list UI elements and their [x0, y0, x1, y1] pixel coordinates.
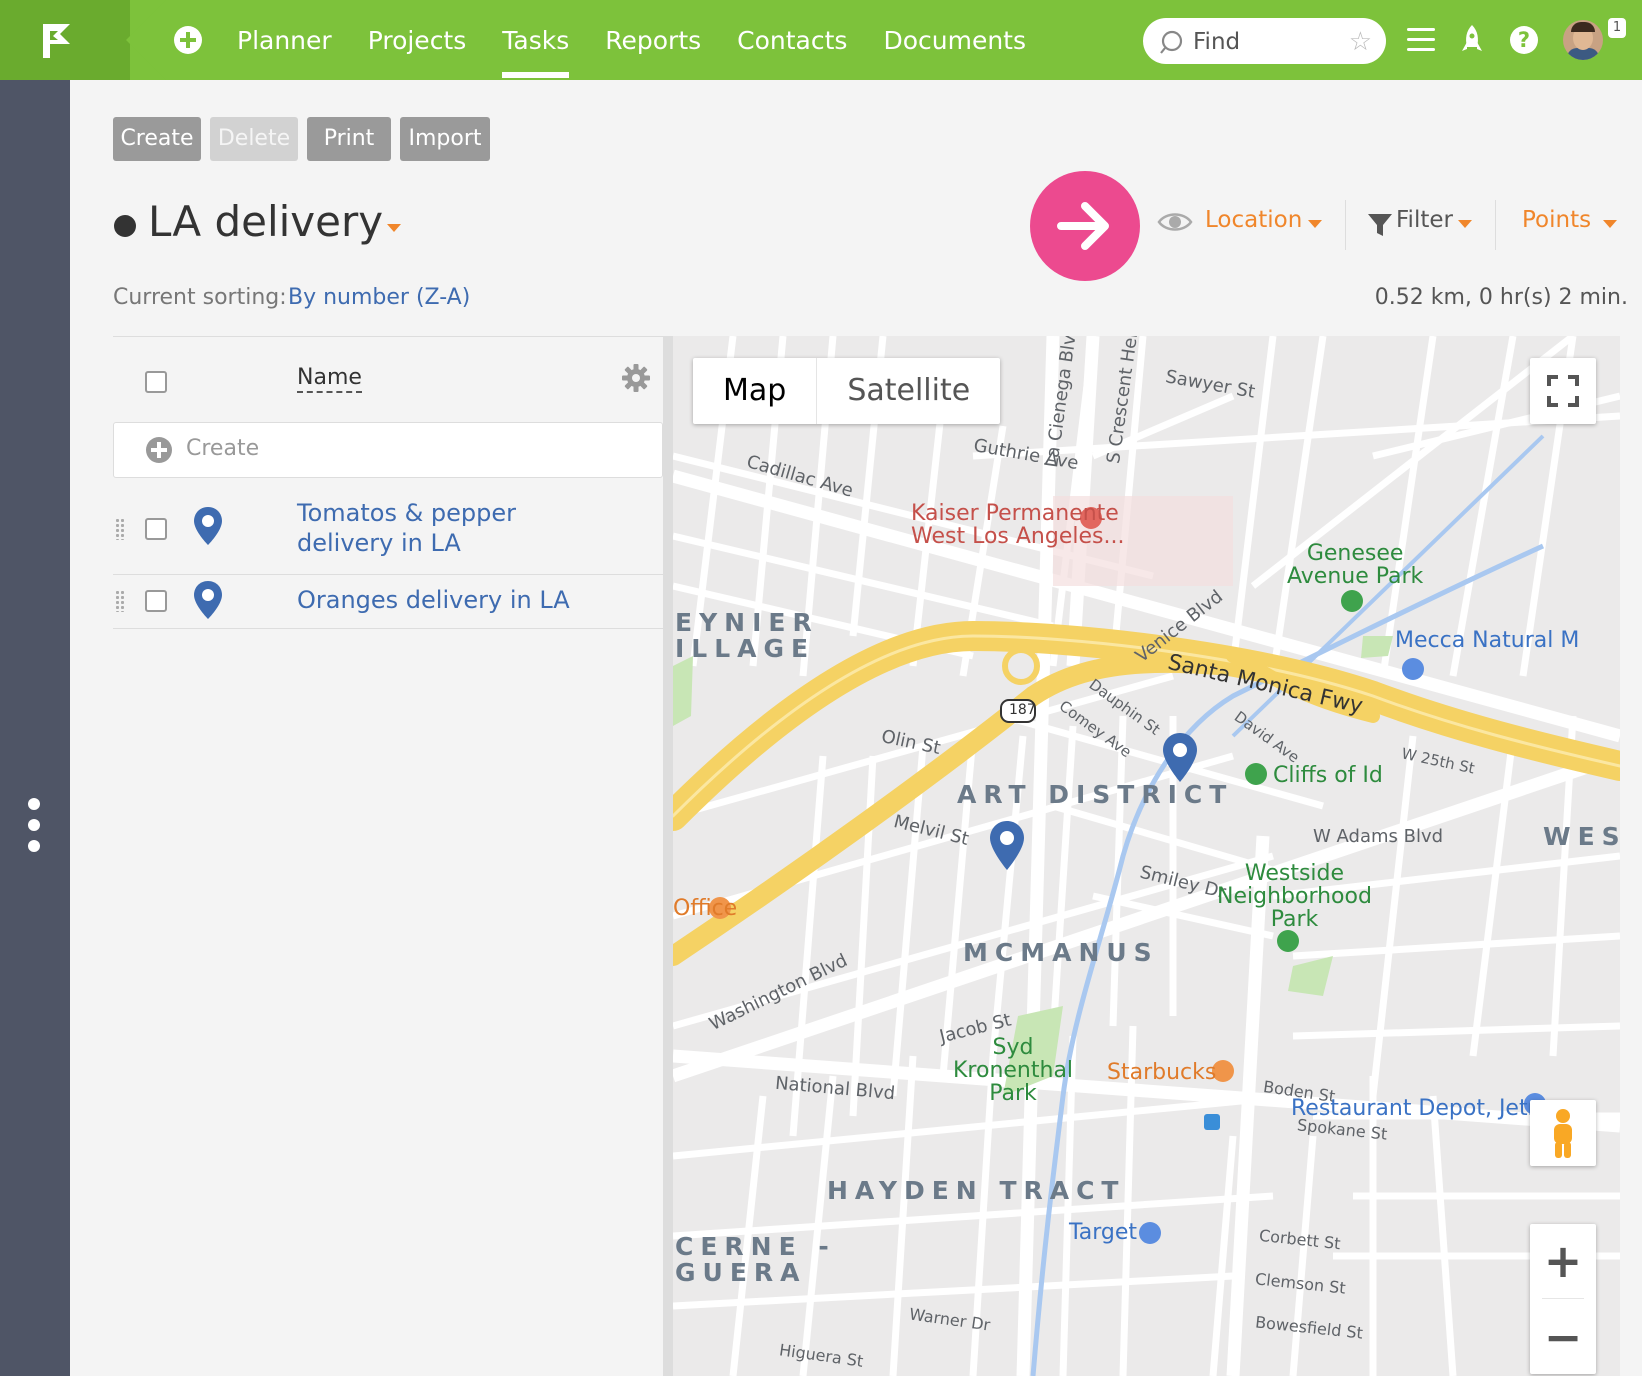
create-button[interactable]: Create	[113, 117, 201, 161]
row-checkbox[interactable]	[145, 590, 167, 612]
street-label: W Adams Blvd	[1313, 826, 1444, 847]
favorite-star-icon[interactable]: ☆	[1349, 27, 1372, 57]
fullscreen-button[interactable]	[1530, 358, 1596, 424]
zoom-out-button[interactable]: −	[1530, 1300, 1596, 1374]
task-name-link[interactable]: Oranges delivery in LA	[297, 585, 570, 615]
filter-dropdown[interactable]: Filter	[1396, 207, 1453, 233]
nav-documents[interactable]: Documents	[883, 0, 1026, 80]
nav-tasks[interactable]: Tasks	[502, 0, 569, 80]
list-item[interactable]: Oranges delivery in LA	[113, 575, 663, 629]
poi-restaurant-label[interactable]: Office	[673, 896, 737, 921]
map-type-satellite-button[interactable]: Satellite	[816, 358, 1000, 424]
logo-block[interactable]	[0, 0, 130, 80]
drag-handle-icon[interactable]	[115, 590, 125, 612]
filter-caret-icon[interactable]	[1458, 220, 1472, 228]
gear-icon[interactable]	[621, 363, 651, 393]
fullscreen-icon	[1547, 375, 1579, 407]
sorting-label: Current sorting:	[113, 285, 287, 310]
separator	[1495, 200, 1496, 250]
filter-icon	[1368, 214, 1392, 236]
go-arrow-button[interactable]	[1030, 171, 1140, 281]
separator	[1345, 200, 1346, 250]
list-header: Name	[113, 336, 663, 423]
title-dropdown-caret-icon[interactable]	[387, 224, 401, 232]
nav-projects[interactable]: Projects	[368, 0, 467, 80]
map-type-map-button[interactable]: Map	[693, 358, 816, 424]
page-title[interactable]: LA delivery	[148, 197, 383, 246]
avatar[interactable]	[1563, 20, 1603, 60]
map-type-toggle: Map Satellite	[693, 358, 1001, 424]
list-item[interactable]: Tomatos & pepper delivery in LA	[113, 486, 663, 575]
left-rail	[0, 80, 70, 1376]
map-view[interactable]: Map Satellite EYNIER ILLAGE ART DISTRICT…	[673, 336, 1620, 1376]
help-icon[interactable]: ?	[1510, 26, 1538, 54]
flag-logo-icon	[43, 24, 70, 58]
location-caret-icon[interactable]	[1308, 220, 1322, 228]
more-vertical-icon[interactable]	[28, 798, 40, 861]
poi-park-label[interactable]: Genesee Avenue Park	[1287, 542, 1423, 588]
nav-reports[interactable]: Reports	[605, 0, 701, 80]
route-status-dot	[114, 215, 136, 237]
inline-create-label: Create	[186, 436, 260, 461]
nav-contacts[interactable]: Contacts	[737, 0, 847, 80]
zoom-in-button[interactable]: +	[1530, 1224, 1596, 1298]
route-summary: 0.52 km, 0 hr(s) 2 min.	[1374, 285, 1628, 310]
search-icon	[1160, 30, 1183, 54]
poi-store-label[interactable]: Restaurant Depot, Jetro	[1291, 1096, 1550, 1121]
zoom-control: + −	[1530, 1224, 1596, 1374]
notification-badge[interactable]: 1	[1608, 18, 1626, 38]
logo-notch	[126, 0, 166, 80]
task-name-link[interactable]: Tomatos & pepper delivery in LA	[297, 498, 516, 558]
delete-button: Delete	[210, 117, 298, 161]
name-column-header[interactable]: Name	[297, 365, 362, 393]
district-label: HAYDEN TRACT	[827, 1176, 1126, 1205]
poi-store-label[interactable]: Mecca Natural M	[1395, 628, 1579, 653]
row-checkbox[interactable]	[145, 518, 167, 540]
poi-store-label[interactable]: Target	[1069, 1220, 1137, 1245]
inline-create-row[interactable]: Create	[113, 422, 663, 478]
district-label: WES	[1543, 822, 1620, 851]
panel-resize-divider[interactable]	[663, 336, 673, 1376]
menu-icon[interactable]	[1407, 28, 1435, 58]
eye-icon	[1157, 213, 1193, 231]
poi-hospital-label[interactable]: Kaiser Permanente West Los Angeles...	[911, 502, 1124, 548]
district-label: ART DISTRICT	[957, 780, 1234, 809]
search-input[interactable]	[1191, 26, 1335, 58]
poi-park-label[interactable]: Cliffs of Id	[1273, 764, 1383, 787]
quick-add-plus-icon[interactable]	[174, 26, 202, 54]
sorting-value-link[interactable]: By number (Z-A)	[288, 285, 470, 310]
street-view-pegman-button[interactable]	[1530, 1100, 1596, 1166]
district-label: MCMANUS	[963, 938, 1159, 967]
search-box: ☆	[1143, 18, 1386, 64]
task-list: Name Create Tomatos & pepper delivery in…	[113, 336, 663, 629]
location-dropdown[interactable]: Location	[1205, 207, 1302, 233]
nav-planner[interactable]: Planner	[237, 0, 332, 80]
district-label: CERNE -	[675, 1232, 836, 1261]
zoom-separator	[1542, 1298, 1584, 1299]
top-bar: Planner Projects Tasks Reports Contacts …	[0, 0, 1642, 80]
district-label: GUERA	[675, 1258, 807, 1287]
arrow-right-icon	[1057, 202, 1109, 250]
points-caret-icon[interactable]	[1603, 220, 1617, 228]
poi-cafe-label[interactable]: Starbucks	[1107, 1060, 1216, 1085]
drag-handle-icon[interactable]	[115, 518, 125, 540]
pegman-icon	[1554, 1109, 1572, 1158]
district-label: EYNIER	[675, 608, 819, 637]
map-pin-icon	[194, 507, 222, 545]
highway-shield-label: 187	[1009, 702, 1036, 718]
poi-park-label[interactable]: Westside Neighborhood Park	[1217, 862, 1372, 931]
import-button[interactable]: Import	[400, 117, 490, 161]
select-all-checkbox[interactable]	[145, 371, 167, 393]
main-nav: Planner Projects Tasks Reports Contacts …	[237, 0, 1062, 80]
points-dropdown[interactable]: Points	[1522, 207, 1591, 233]
add-circle-icon	[146, 437, 172, 463]
poi-park-label[interactable]: Syd Kronenthal Park	[953, 1036, 1073, 1105]
district-label: ILLAGE	[675, 634, 816, 663]
map-pin-icon	[194, 581, 222, 619]
print-button[interactable]: Print	[307, 117, 391, 161]
rocket-icon[interactable]	[1460, 24, 1484, 56]
